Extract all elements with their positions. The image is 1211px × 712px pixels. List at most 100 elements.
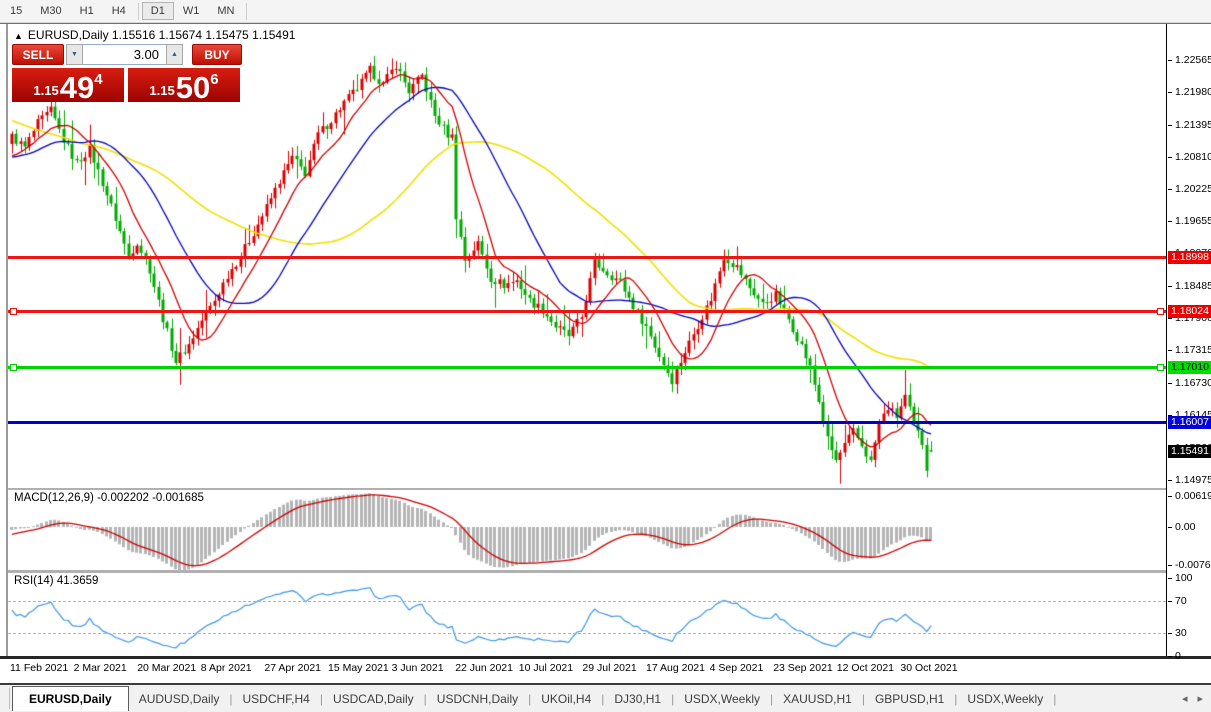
tab-usdx-weekly[interactable]: USDX,Weekly bbox=[674, 688, 770, 710]
date-label: 2 Mar 2021 bbox=[74, 662, 127, 674]
axis-tick: 0.006193 bbox=[1175, 490, 1211, 502]
axis-tick: 1.21980 bbox=[1175, 86, 1211, 98]
axis-tick: 1.14975 bbox=[1175, 474, 1211, 486]
price-chart-pane: ▲ EURUSD,Daily 1.15516 1.15674 1.15475 1.… bbox=[8, 24, 1166, 488]
date-label: 30 Oct 2021 bbox=[900, 662, 957, 674]
date-label: 22 Jun 2021 bbox=[455, 662, 513, 674]
timeframe-h4[interactable]: H4 bbox=[103, 2, 135, 20]
date-label: 17 Aug 2021 bbox=[646, 662, 705, 674]
buy-price-big: 50 bbox=[176, 74, 210, 101]
tab-gbpusd-h1[interactable]: GBPUSD,H1 bbox=[865, 688, 954, 710]
timeframe-15[interactable]: 15 bbox=[1, 2, 31, 20]
hline-handle-1.17010[interactable] bbox=[1157, 364, 1164, 371]
tab-list: EURUSD,DailyAUDUSD,Daily|USDCHF,H4|USDCA… bbox=[12, 685, 1056, 712]
spinner-up-icon: ▲ bbox=[171, 51, 178, 58]
tab-scroll-right-button[interactable]: ▸ bbox=[1197, 692, 1203, 705]
tab-xauusd-h1[interactable]: XAUUSD,H1 bbox=[773, 688, 862, 710]
tab-dj30-h1[interactable]: DJ30,H1 bbox=[604, 688, 671, 710]
date-label: 4 Sep 2021 bbox=[710, 662, 764, 674]
date-label: 3 Jun 2021 bbox=[392, 662, 444, 674]
toolbar-separator bbox=[246, 3, 247, 20]
axis-tick: 1.20225 bbox=[1175, 183, 1211, 195]
hline-1.17010[interactable] bbox=[8, 366, 1166, 369]
tab-eurusd-daily[interactable]: EURUSD,Daily bbox=[12, 686, 129, 711]
date-label: 20 Mar 2021 bbox=[137, 662, 196, 674]
tab-separator: | bbox=[1053, 692, 1056, 706]
volume-input[interactable] bbox=[83, 44, 166, 65]
date-label: 15 May 2021 bbox=[328, 662, 389, 674]
axis-tick: 0.00 bbox=[1175, 521, 1195, 533]
axis-tick: 1.18485 bbox=[1175, 280, 1211, 292]
date-label: 27 Apr 2021 bbox=[264, 662, 321, 674]
sell-price-big: 49 bbox=[60, 74, 94, 101]
axis-tick: 1.19655 bbox=[1175, 215, 1211, 227]
hline-handle-1.18024[interactable] bbox=[10, 308, 17, 315]
hline-handle-1.17010[interactable] bbox=[10, 364, 17, 371]
volume-increment-button[interactable]: ▲ bbox=[166, 44, 183, 65]
date-label: 29 Jul 2021 bbox=[582, 662, 636, 674]
macd-pane: MACD(12,26,9) -0.002202 -0.001685 bbox=[8, 490, 1166, 570]
rsi-header: RSI(14) 41.3659 bbox=[14, 575, 98, 587]
axis-tick: 1.21395 bbox=[1175, 119, 1211, 131]
price-tag-1.17010: 1.17010 bbox=[1168, 361, 1211, 374]
timeframe-d1[interactable]: D1 bbox=[142, 2, 174, 20]
date-label: 8 Apr 2021 bbox=[201, 662, 252, 674]
tab-usdcad-daily[interactable]: USDCAD,Daily bbox=[323, 688, 424, 710]
tab-audusd-daily[interactable]: AUDUSD,Daily bbox=[129, 688, 230, 710]
axis-tick: 30 bbox=[1175, 627, 1187, 639]
volume-decrement-button[interactable]: ▼ bbox=[66, 44, 83, 65]
timeframe-m30[interactable]: M30 bbox=[31, 2, 70, 20]
rsi-canvas[interactable] bbox=[8, 573, 1166, 656]
date-label: 23 Sep 2021 bbox=[773, 662, 833, 674]
buy-price-tile[interactable]: 1.15506 bbox=[128, 68, 240, 102]
sell-price-sup: 4 bbox=[94, 71, 102, 88]
hline-handle-1.18024[interactable] bbox=[1157, 308, 1164, 315]
tab-scroll-controls: ◂ ▸ bbox=[1182, 692, 1203, 705]
spinner-down-icon: ▼ bbox=[71, 51, 78, 58]
price-tag-1.16007: 1.16007 bbox=[1168, 416, 1211, 429]
tabbar-grip bbox=[0, 688, 10, 709]
price-tag-1.15491: 1.15491 bbox=[1168, 445, 1211, 458]
tab-usdchf-h4[interactable]: USDCHF,H4 bbox=[233, 688, 320, 710]
axis-tick: 1.17315 bbox=[1175, 344, 1211, 356]
chart-ohlc-header: ▲ EURUSD,Daily 1.15516 1.15674 1.15475 1.… bbox=[14, 28, 295, 42]
axis-tick: 1.20810 bbox=[1175, 151, 1211, 163]
price-tag-1.18998: 1.18998 bbox=[1168, 251, 1211, 264]
date-label: 12 Oct 2021 bbox=[837, 662, 894, 674]
rsi-level-30 bbox=[8, 633, 1166, 634]
axis-tick: 100 bbox=[1175, 572, 1193, 584]
buy-price-small: 1.15 bbox=[149, 83, 174, 98]
tab-usdcnh-daily[interactable]: USDCNH,Daily bbox=[427, 688, 528, 710]
hline-1.16007[interactable] bbox=[8, 421, 1166, 424]
sell-button[interactable]: SELL bbox=[12, 44, 64, 65]
axis-tick: 1.22565 bbox=[1175, 54, 1211, 66]
symbol-tab-bar: EURUSD,DailyAUDUSD,Daily|USDCHF,H4|USDCA… bbox=[0, 685, 1211, 712]
price-axis[interactable]: 1.22565 1.21980 1.21395 1.20810 1.20225 1.196… bbox=[1166, 24, 1211, 656]
tab-ukoil-h4[interactable]: UKOil,H4 bbox=[531, 688, 601, 710]
date-axis[interactable]: 11 Feb 2021 2 Mar 2021 20 Mar 2021 8 Apr 20… bbox=[8, 659, 1166, 683]
one-click-trade-panel: SELL ▼ ▲ BUY 1.15494 1.15506 bbox=[12, 44, 242, 102]
timeframe-h1[interactable]: H1 bbox=[71, 2, 103, 20]
toolbar-separator bbox=[138, 3, 139, 20]
axis-tick: -0.00762 bbox=[1175, 559, 1211, 571]
trading-app-window: 15M30H1H4 D1W1MN ▲ EURUSD,Daily 1.15516 1.… bbox=[0, 0, 1211, 712]
date-label: 11 Feb 2021 bbox=[10, 662, 68, 674]
tab-usdx-weekly[interactable]: USDX,Weekly bbox=[957, 688, 1053, 710]
sell-price-tile[interactable]: 1.15494 bbox=[12, 68, 124, 102]
hline-1.18024[interactable] bbox=[8, 310, 1166, 313]
axis-tick: 1.16730 bbox=[1175, 377, 1211, 389]
ohlc-text: EURUSD,Daily 1.15516 1.15674 1.15475 1.1… bbox=[28, 28, 296, 42]
sell-price-small: 1.15 bbox=[33, 83, 58, 98]
rsi-level-70 bbox=[8, 601, 1166, 602]
hline-1.18998[interactable] bbox=[8, 256, 1166, 259]
tab-scroll-left-button[interactable]: ◂ bbox=[1182, 692, 1188, 705]
rsi-pane: RSI(14) 41.3659 bbox=[8, 573, 1166, 656]
symbol-arrow-icon: ▲ bbox=[14, 31, 23, 41]
macd-header: MACD(12,26,9) -0.002202 -0.001685 bbox=[14, 492, 204, 504]
price-tag-1.18024: 1.18024 bbox=[1168, 305, 1211, 318]
date-label: 10 Jul 2021 bbox=[519, 662, 573, 674]
axis-tick: 0 bbox=[1175, 650, 1181, 662]
timeframe-mn[interactable]: MN bbox=[208, 2, 243, 20]
buy-button[interactable]: BUY bbox=[192, 44, 242, 65]
timeframe-w1[interactable]: W1 bbox=[174, 2, 209, 20]
